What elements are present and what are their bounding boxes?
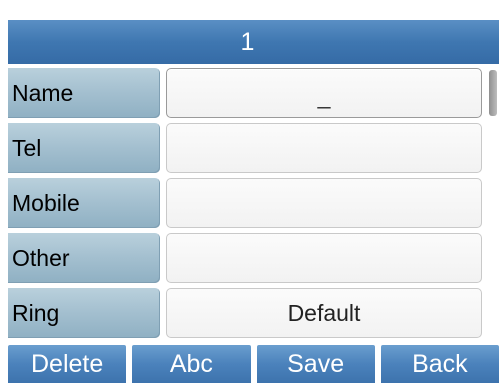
tel-field[interactable] — [166, 123, 482, 173]
other-label: Other — [8, 233, 160, 283]
name-field-cursor: _ — [317, 82, 331, 109]
name-field[interactable]: _ — [166, 68, 482, 118]
form-row-other: Other — [8, 233, 499, 283]
softkey-bar: Delete Abc Save Back — [8, 345, 499, 383]
form-row-ring: Ring Default — [8, 288, 499, 338]
name-label: Name — [8, 68, 160, 118]
scrollbar-thumb[interactable] — [489, 70, 497, 116]
back-softkey[interactable]: Back — [380, 345, 499, 383]
mobile-field[interactable] — [166, 178, 482, 228]
abc-softkey[interactable]: Abc — [132, 345, 251, 383]
other-field[interactable] — [166, 233, 482, 283]
form-row-name: Name _ — [8, 68, 499, 118]
save-softkey[interactable]: Save — [256, 345, 375, 383]
form-row-mobile: Mobile — [8, 178, 499, 228]
ring-select[interactable]: Default — [166, 288, 482, 338]
tel-label: Tel — [8, 123, 160, 173]
form-row-tel: Tel — [8, 123, 499, 173]
delete-softkey[interactable]: Delete — [8, 345, 127, 383]
page-title: 1 — [8, 20, 499, 64]
scrollbar[interactable] — [489, 68, 499, 118]
phone-screen: 1 Name _ Tel Mobile Other Ring Default D… — [0, 0, 499, 383]
mobile-label: Mobile — [8, 178, 160, 228]
ring-label: Ring — [8, 288, 160, 338]
